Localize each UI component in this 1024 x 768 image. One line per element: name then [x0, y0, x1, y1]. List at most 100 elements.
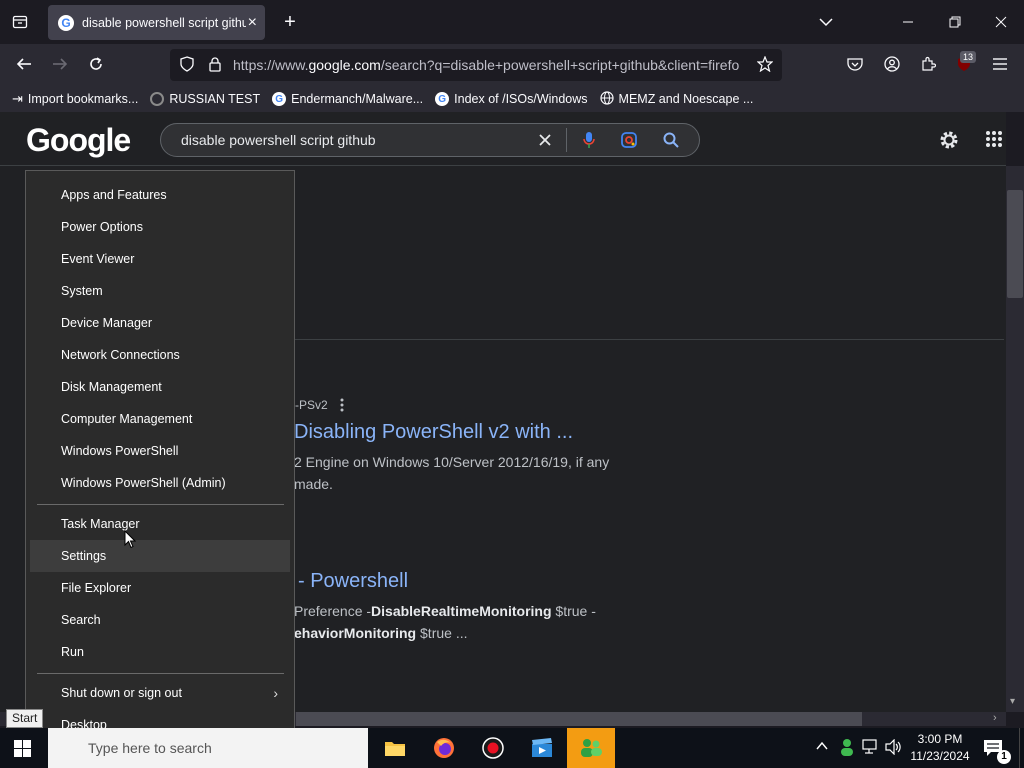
firefox-icon — [434, 738, 454, 758]
extensions-icon[interactable] — [919, 55, 937, 73]
windows-start-icon[interactable] — [14, 740, 32, 758]
blocked-count-badge: 13 — [960, 51, 977, 63]
restore-icon[interactable] — [945, 12, 965, 32]
menu-separator — [37, 504, 284, 505]
search-icon[interactable] — [662, 131, 680, 149]
result-1-title[interactable]: Disabling PowerShell v2 with ... — [294, 421, 573, 444]
menu-item-windows-powershell-admin[interactable]: Windows PowerShell (Admin) — [30, 467, 290, 499]
scroll-down-arrow-icon[interactable]: ▾ — [1010, 696, 1015, 707]
bookmark-import[interactable]: ⇥ Import bookmarks... — [12, 91, 138, 107]
clear-search-icon[interactable] — [536, 131, 554, 149]
taskbar-media-app[interactable] — [518, 728, 566, 768]
browser-tab[interactable]: G disable powershell script github × — [48, 5, 265, 40]
bookmark-label: Endermanch/Malware... — [291, 92, 424, 106]
taskbar-recorder[interactable] — [469, 728, 517, 768]
bookmark-label: MEMZ and Noescape ... — [618, 92, 754, 106]
close-tab-icon[interactable]: × — [248, 14, 257, 32]
search-divider — [566, 128, 567, 152]
new-tab-icon[interactable]: + — [280, 11, 300, 33]
bookmarks-toolbar: ⇥ Import bookmarks... RUSSIAN TEST G End… — [0, 86, 1024, 112]
record-icon — [482, 737, 504, 759]
pocket-icon[interactable] — [846, 55, 864, 73]
tracking-protection-icon[interactable] — [178, 55, 196, 73]
menu-item-event-viewer[interactable]: Event Viewer — [30, 243, 290, 275]
tray-overflow-chevron-icon[interactable] — [816, 740, 828, 754]
url-text[interactable]: https://www.google.com/search?q=disable+… — [233, 57, 745, 73]
menu-item-run[interactable]: Run — [30, 636, 290, 668]
power-user-menu: Apps and Features Power Options Event Vi… — [25, 170, 295, 750]
network-icon[interactable] — [862, 739, 880, 757]
result-1-snippet-line-1: 2 Engine on Windows 10/Server 2012/16/19… — [294, 454, 610, 470]
clapperboard-icon — [532, 738, 552, 757]
bookmark-label: RUSSIAN TEST — [169, 92, 261, 106]
menu-item-system[interactable]: System — [30, 275, 290, 307]
list-tabs-icon[interactable] — [816, 12, 836, 32]
result-1-breadcrumb: -PSv2 — [295, 398, 328, 412]
menu-item-disk-management[interactable]: Disk Management — [30, 371, 290, 403]
minimize-icon[interactable] — [898, 12, 918, 32]
notification-count-badge: 1 — [997, 750, 1011, 764]
menu-item-label: Shut down or sign out — [61, 686, 182, 700]
bookmark-star-icon[interactable] — [756, 55, 774, 73]
settings-gear-icon[interactable] — [937, 128, 961, 152]
bookmark-label: Index of /ISOs/Windows — [454, 92, 588, 106]
result-2-snippet-line-1: Preference -DisableRealtimeMonitoring $t… — [294, 603, 596, 619]
menu-item-search[interactable]: Search — [30, 604, 290, 636]
search-query[interactable]: disable powershell script github — [181, 132, 376, 148]
menu-item-device-manager[interactable]: Device Manager — [30, 307, 290, 339]
voice-search-icon[interactable] — [580, 130, 598, 150]
bookmark-endermanch[interactable]: G Endermanch/Malware... — [272, 92, 423, 106]
bookmark-isos[interactable]: G Index of /ISOs/Windows — [435, 92, 588, 106]
google-favicon: G — [58, 14, 74, 31]
globe-icon — [599, 90, 614, 108]
users-icon — [581, 739, 602, 757]
reload-icon[interactable] — [86, 54, 106, 74]
folder-icon — [385, 742, 405, 756]
horizontal-scroll-thumb[interactable] — [296, 712, 862, 726]
lock-icon[interactable] — [206, 55, 224, 73]
clock[interactable]: 3:00 PM 11/23/2024 — [906, 731, 974, 765]
taskbar-search-placeholder: Type here to search — [88, 740, 212, 756]
taskbar-firefox[interactable] — [420, 728, 468, 768]
clock-time: 3:00 PM — [917, 732, 963, 746]
clock-date: 11/23/2024 — [910, 749, 970, 763]
menu-item-file-explorer[interactable]: File Explorer — [30, 572, 290, 604]
menu-item-power-options[interactable]: Power Options — [30, 211, 290, 243]
result-2-title[interactable]: - Powershell — [298, 570, 408, 593]
bookmark-memz[interactable]: MEMZ and Noescape ... — [599, 90, 754, 108]
tab-title: disable powershell script github — [82, 15, 246, 30]
menu-item-windows-powershell[interactable]: Windows PowerShell — [30, 435, 290, 467]
menu-item-computer-management[interactable]: Computer Management — [30, 403, 290, 435]
vertical-scroll-thumb[interactable] — [1007, 190, 1023, 298]
result-1-more-icon[interactable] — [337, 397, 347, 413]
google-logo[interactable]: Google — [26, 122, 131, 159]
lens-search-icon[interactable] — [620, 131, 638, 149]
taskbar-search-box[interactable]: Type here to search — [48, 728, 368, 768]
show-desktop-button[interactable] — [1019, 728, 1024, 768]
menu-item-task-manager[interactable]: Task Manager — [30, 508, 290, 540]
back-icon[interactable] — [14, 54, 34, 74]
results-divider — [294, 339, 1004, 340]
result-1-snippet-line-2: made. — [294, 476, 333, 492]
google-favicon: G — [435, 92, 450, 106]
submenu-chevron-icon: › — [273, 685, 278, 701]
bookmark-russian-test[interactable]: RUSSIAN TEST — [150, 92, 260, 106]
menu-item-apps-and-features[interactable]: Apps and Features — [30, 179, 290, 211]
account-icon[interactable] — [883, 55, 901, 73]
taskbar-file-explorer[interactable] — [371, 728, 419, 768]
taskbar-active-app[interactable] — [567, 728, 615, 768]
google-apps-icon[interactable] — [985, 130, 1005, 150]
menu-item-settings[interactable]: Settings — [30, 540, 290, 572]
scroll-right-arrow-icon[interactable]: › — [993, 712, 997, 724]
volume-icon[interactable] — [885, 738, 903, 757]
forward-icon[interactable] — [50, 54, 70, 74]
bookmark-favicon — [150, 92, 165, 106]
tab-overview-icon[interactable] — [10, 12, 30, 32]
menu-hamburger-icon[interactable] — [991, 55, 1009, 73]
mouse-cursor-icon — [124, 529, 138, 550]
menu-item-shut-down-or-sign-out[interactable]: Shut down or sign out › — [30, 677, 290, 709]
menu-item-network-connections[interactable]: Network Connections — [30, 339, 290, 371]
tray-user-icon[interactable] — [838, 738, 856, 756]
google-favicon: G — [272, 92, 287, 106]
close-window-icon[interactable] — [991, 12, 1011, 32]
